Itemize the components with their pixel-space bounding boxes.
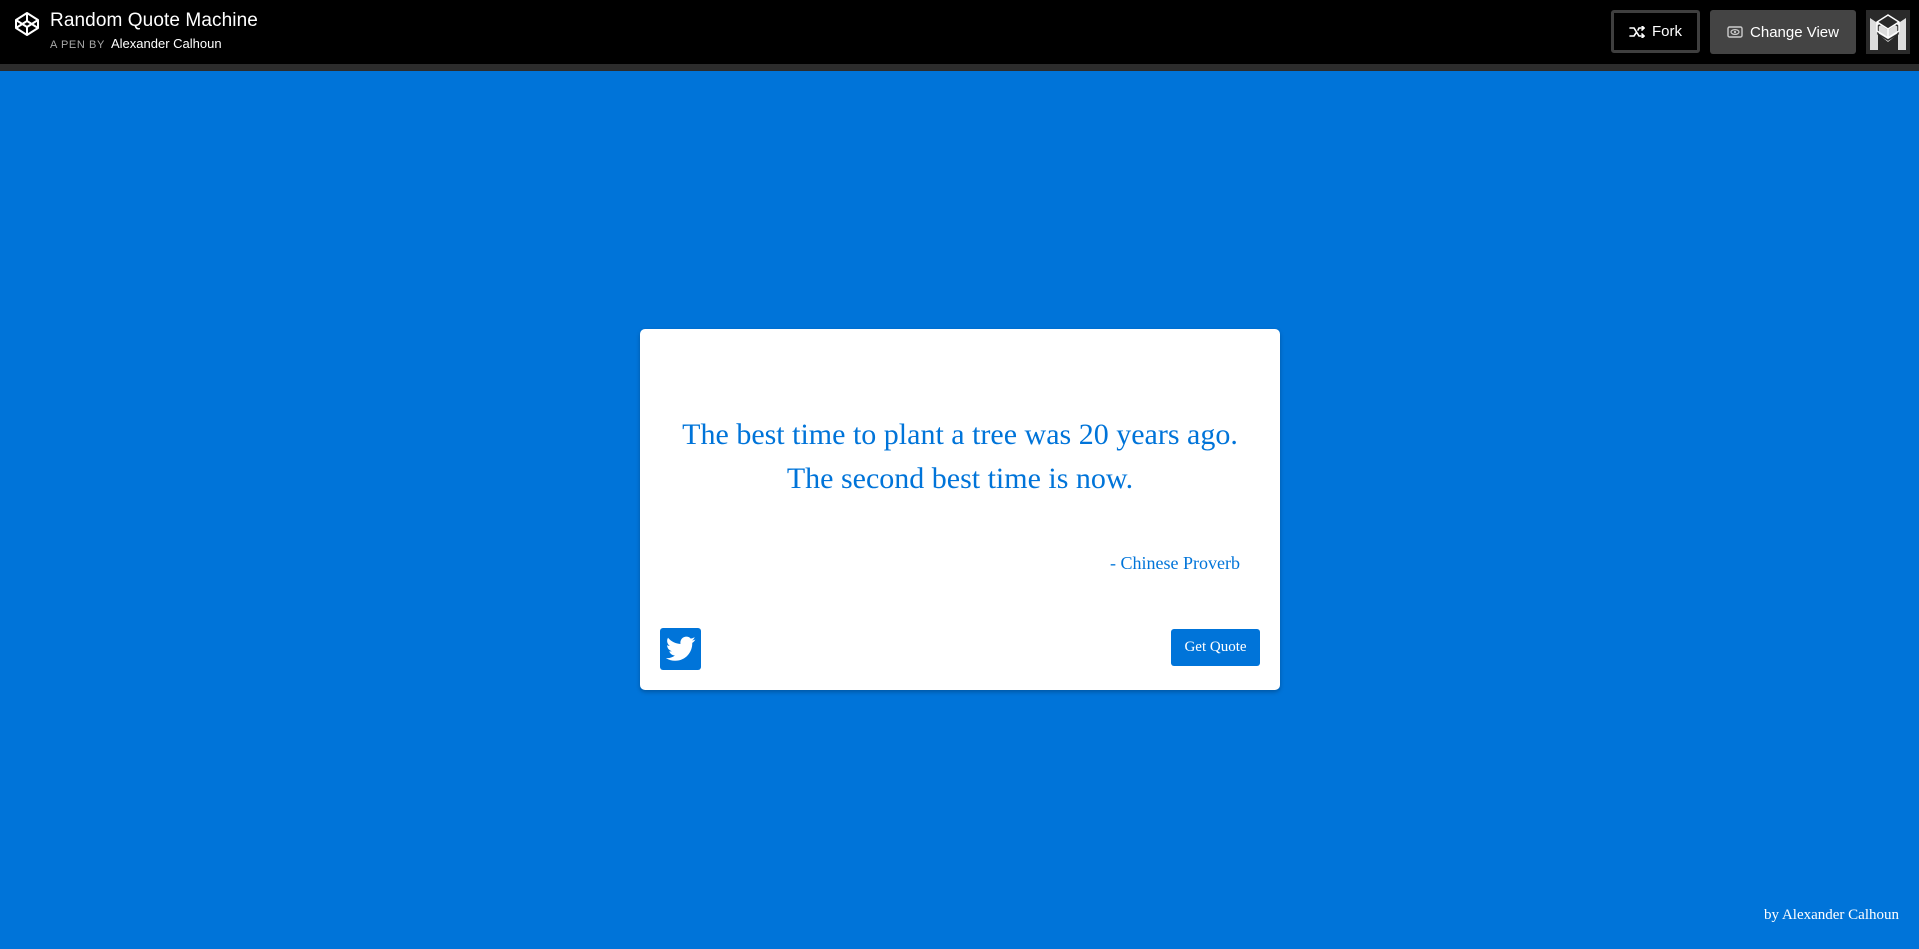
fork-label: Fork: [1652, 23, 1682, 40]
eye-window-icon: [1727, 26, 1743, 38]
fork-button[interactable]: Fork: [1611, 10, 1700, 53]
footer-credit: by Alexander Calhoun: [1764, 907, 1899, 923]
fork-icon: [1629, 25, 1645, 38]
quote-text: The best time to plant a tree was 20 yea…: [682, 418, 1238, 495]
pen-brand: Random Quote Machine A PEN BY Alexander …: [14, 10, 258, 51]
top-bar: Random Quote Machine A PEN BY Alexander …: [0, 0, 1919, 71]
quote-author: - Chinese Proverb: [1110, 553, 1240, 573]
change-view-button[interactable]: Change View: [1710, 10, 1856, 54]
pen-title: Random Quote Machine: [50, 10, 258, 31]
pen-author-link[interactable]: Alexander Calhoun: [111, 36, 222, 51]
codepen-logo-icon[interactable]: [14, 11, 40, 37]
codepen-avatar-icon: [1870, 14, 1906, 50]
pen-byline: A PEN BY Alexander Calhoun: [50, 36, 258, 51]
twitter-icon: [665, 636, 695, 661]
tweet-quote-button[interactable]: [660, 628, 701, 670]
get-quote-button[interactable]: Get Quote: [1171, 629, 1260, 666]
quote-card: The best time to plant a tree was 20 yea…: [640, 329, 1280, 690]
user-avatar[interactable]: [1866, 10, 1910, 54]
byline-label: A PEN BY: [50, 39, 105, 51]
change-view-label: Change View: [1750, 23, 1839, 41]
